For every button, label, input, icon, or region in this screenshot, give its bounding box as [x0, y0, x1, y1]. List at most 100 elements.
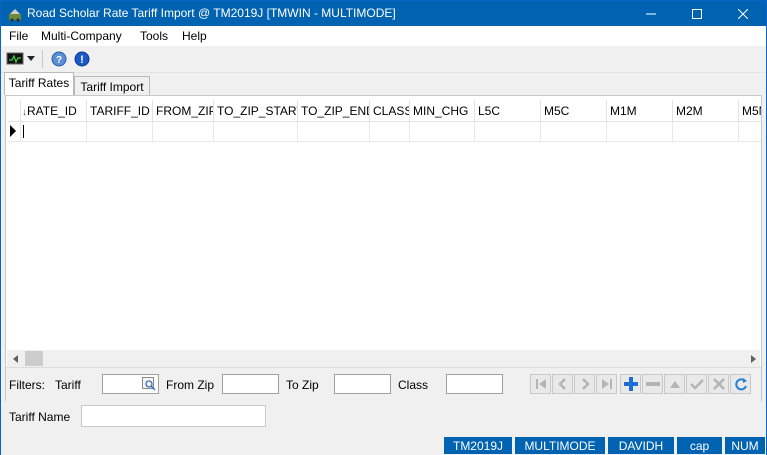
table-row-new[interactable]	[7, 122, 761, 142]
window-title: Road Scholar Rate Tariff Import @ TM2019…	[27, 6, 396, 20]
first-record-icon	[535, 379, 546, 389]
menu-bar: File Multi-Company Tools Help	[1, 26, 766, 46]
status-mode: MULTIMODE	[515, 437, 605, 454]
first-record-button[interactable]	[530, 374, 551, 394]
previous-record-button[interactable]	[552, 374, 573, 394]
info-alert-icon[interactable]: !	[74, 51, 90, 67]
svg-text:?: ?	[56, 55, 62, 66]
column-header-tariff-id[interactable]: TARIFF_ID	[87, 100, 153, 121]
app-icon	[9, 9, 21, 22]
previous-record-icon	[557, 378, 566, 390]
table-cell-to-zip-start[interactable]	[214, 122, 298, 141]
checkmark-icon	[689, 379, 704, 390]
table-cell-m1m[interactable]	[607, 122, 673, 141]
class-filter-label: Class	[398, 378, 429, 392]
current-row-arrow-icon	[10, 125, 16, 137]
tariff-name-bar: Tariff Name	[1, 401, 766, 436]
svg-text:!: !	[80, 54, 84, 66]
next-record-button[interactable]	[574, 374, 595, 394]
post-edit-button[interactable]	[686, 374, 707, 394]
column-header-m5m[interactable]: M5M	[739, 100, 761, 121]
column-header-from-zip[interactable]: FROM_ZIP	[153, 100, 214, 121]
table-cell-m2m[interactable]	[673, 122, 739, 141]
close-button[interactable]	[720, 1, 766, 26]
column-header-min-chg[interactable]: MIN_CHG	[410, 100, 475, 121]
status-user: DAVIDH	[608, 437, 674, 454]
help-icon[interactable]: ?	[51, 51, 67, 67]
tariff-name-input[interactable]	[81, 405, 266, 427]
filters-label: Filters:	[9, 378, 45, 392]
status-num-lock: NUM	[725, 437, 765, 454]
menu-help[interactable]: Help	[182, 29, 207, 43]
row-selector-header	[7, 100, 21, 121]
to-zip-filter-label: To Zip	[286, 378, 319, 392]
tariff-name-label: Tariff Name	[9, 410, 71, 424]
last-record-icon	[601, 379, 612, 389]
toolbar-separator	[42, 50, 43, 68]
refresh-icon	[734, 378, 747, 391]
monitor-icon[interactable]	[6, 51, 24, 67]
column-header-to-zip-end[interactable]: TO_ZIP_END	[298, 100, 370, 121]
horizontal-scrollbar[interactable]	[7, 350, 760, 367]
status-caps-lock: cap	[677, 437, 722, 454]
scroll-right-icon[interactable]	[749, 355, 757, 363]
text-cursor	[23, 125, 24, 138]
maximize-button[interactable]	[674, 1, 720, 26]
column-header-m5c[interactable]: M5C	[541, 100, 607, 121]
scroll-left-icon[interactable]	[12, 355, 20, 363]
status-database: TM2019J	[444, 437, 512, 454]
table-cell-min-chg[interactable]	[410, 122, 475, 141]
column-header-m2m[interactable]: M2M	[673, 100, 739, 121]
cross-icon	[712, 378, 725, 390]
from-zip-filter-input[interactable]	[222, 374, 279, 394]
column-header-rate-id[interactable]: ↓RATE_ID	[21, 100, 87, 121]
scroll-thumb[interactable]	[25, 351, 43, 366]
app-window: Road Scholar Rate Tariff Import @ TM2019…	[0, 0, 767, 455]
column-header-l5c[interactable]: L5C	[475, 100, 541, 121]
refresh-button[interactable]	[730, 374, 751, 394]
table-cell-to-zip-end[interactable]	[298, 122, 370, 141]
table-cell-class[interactable]	[370, 122, 410, 141]
grid-header: ↓RATE_ID TARIFF_ID FROM_ZIP TO_ZIP_START…	[7, 100, 761, 122]
table-cell-l5c[interactable]	[475, 122, 541, 141]
title-bar[interactable]: Road Scholar Rate Tariff Import @ TM2019…	[1, 1, 766, 26]
chevron-down-icon[interactable]	[27, 56, 35, 62]
edit-record-button[interactable]	[664, 374, 685, 394]
last-record-button[interactable]	[596, 374, 617, 394]
table-cell-tariff-id[interactable]	[87, 122, 153, 141]
menu-multi-company[interactable]: Multi-Company	[41, 29, 122, 43]
to-zip-filter-input[interactable]	[334, 374, 391, 394]
cancel-edit-button[interactable]	[708, 374, 729, 394]
table-cell-m5c[interactable]	[541, 122, 607, 141]
minimize-icon	[646, 13, 656, 14]
add-record-button[interactable]	[620, 374, 641, 394]
rates-grid[interactable]: ↓RATE_ID TARIFF_ID FROM_ZIP TO_ZIP_START…	[7, 100, 761, 354]
minimize-button[interactable]	[628, 1, 674, 26]
tab-tariff-import[interactable]: Tariff Import	[74, 76, 150, 96]
close-icon	[738, 8, 748, 19]
tariff-filter-label: Tariff	[55, 378, 81, 392]
menu-tools[interactable]: Tools	[140, 29, 168, 43]
class-filter-input[interactable]	[446, 374, 503, 394]
minus-icon	[645, 382, 660, 386]
menu-file[interactable]: File	[9, 29, 28, 43]
delete-record-button[interactable]	[642, 374, 663, 394]
table-cell-from-zip[interactable]	[153, 122, 214, 141]
tab-tariff-rates[interactable]: Tariff Rates	[4, 72, 74, 95]
lookup-icon[interactable]	[142, 377, 156, 391]
maximize-icon	[692, 8, 702, 19]
from-zip-filter-label: From Zip	[166, 378, 214, 392]
column-header-to-zip-start[interactable]: TO_ZIP_START	[214, 100, 298, 121]
triangle-up-icon	[669, 381, 680, 388]
next-record-icon	[581, 378, 590, 390]
column-header-class[interactable]: CLASS	[370, 100, 410, 121]
row-selector[interactable]	[7, 122, 21, 141]
toolbar: ? !	[1, 46, 766, 73]
table-cell-rate-id[interactable]	[21, 122, 87, 141]
tab-strip: Tariff Rates Tariff Import	[1, 72, 766, 96]
column-header-m1m[interactable]: M1M	[607, 100, 673, 121]
plus-icon	[623, 377, 638, 391]
tariff-filter-input[interactable]	[102, 374, 159, 394]
status-bar: TM2019J MULTIMODE DAVIDH cap NUM	[1, 436, 766, 455]
tariff-rates-panel: ↓RATE_ID TARIFF_ID FROM_ZIP TO_ZIP_START…	[5, 95, 762, 401]
